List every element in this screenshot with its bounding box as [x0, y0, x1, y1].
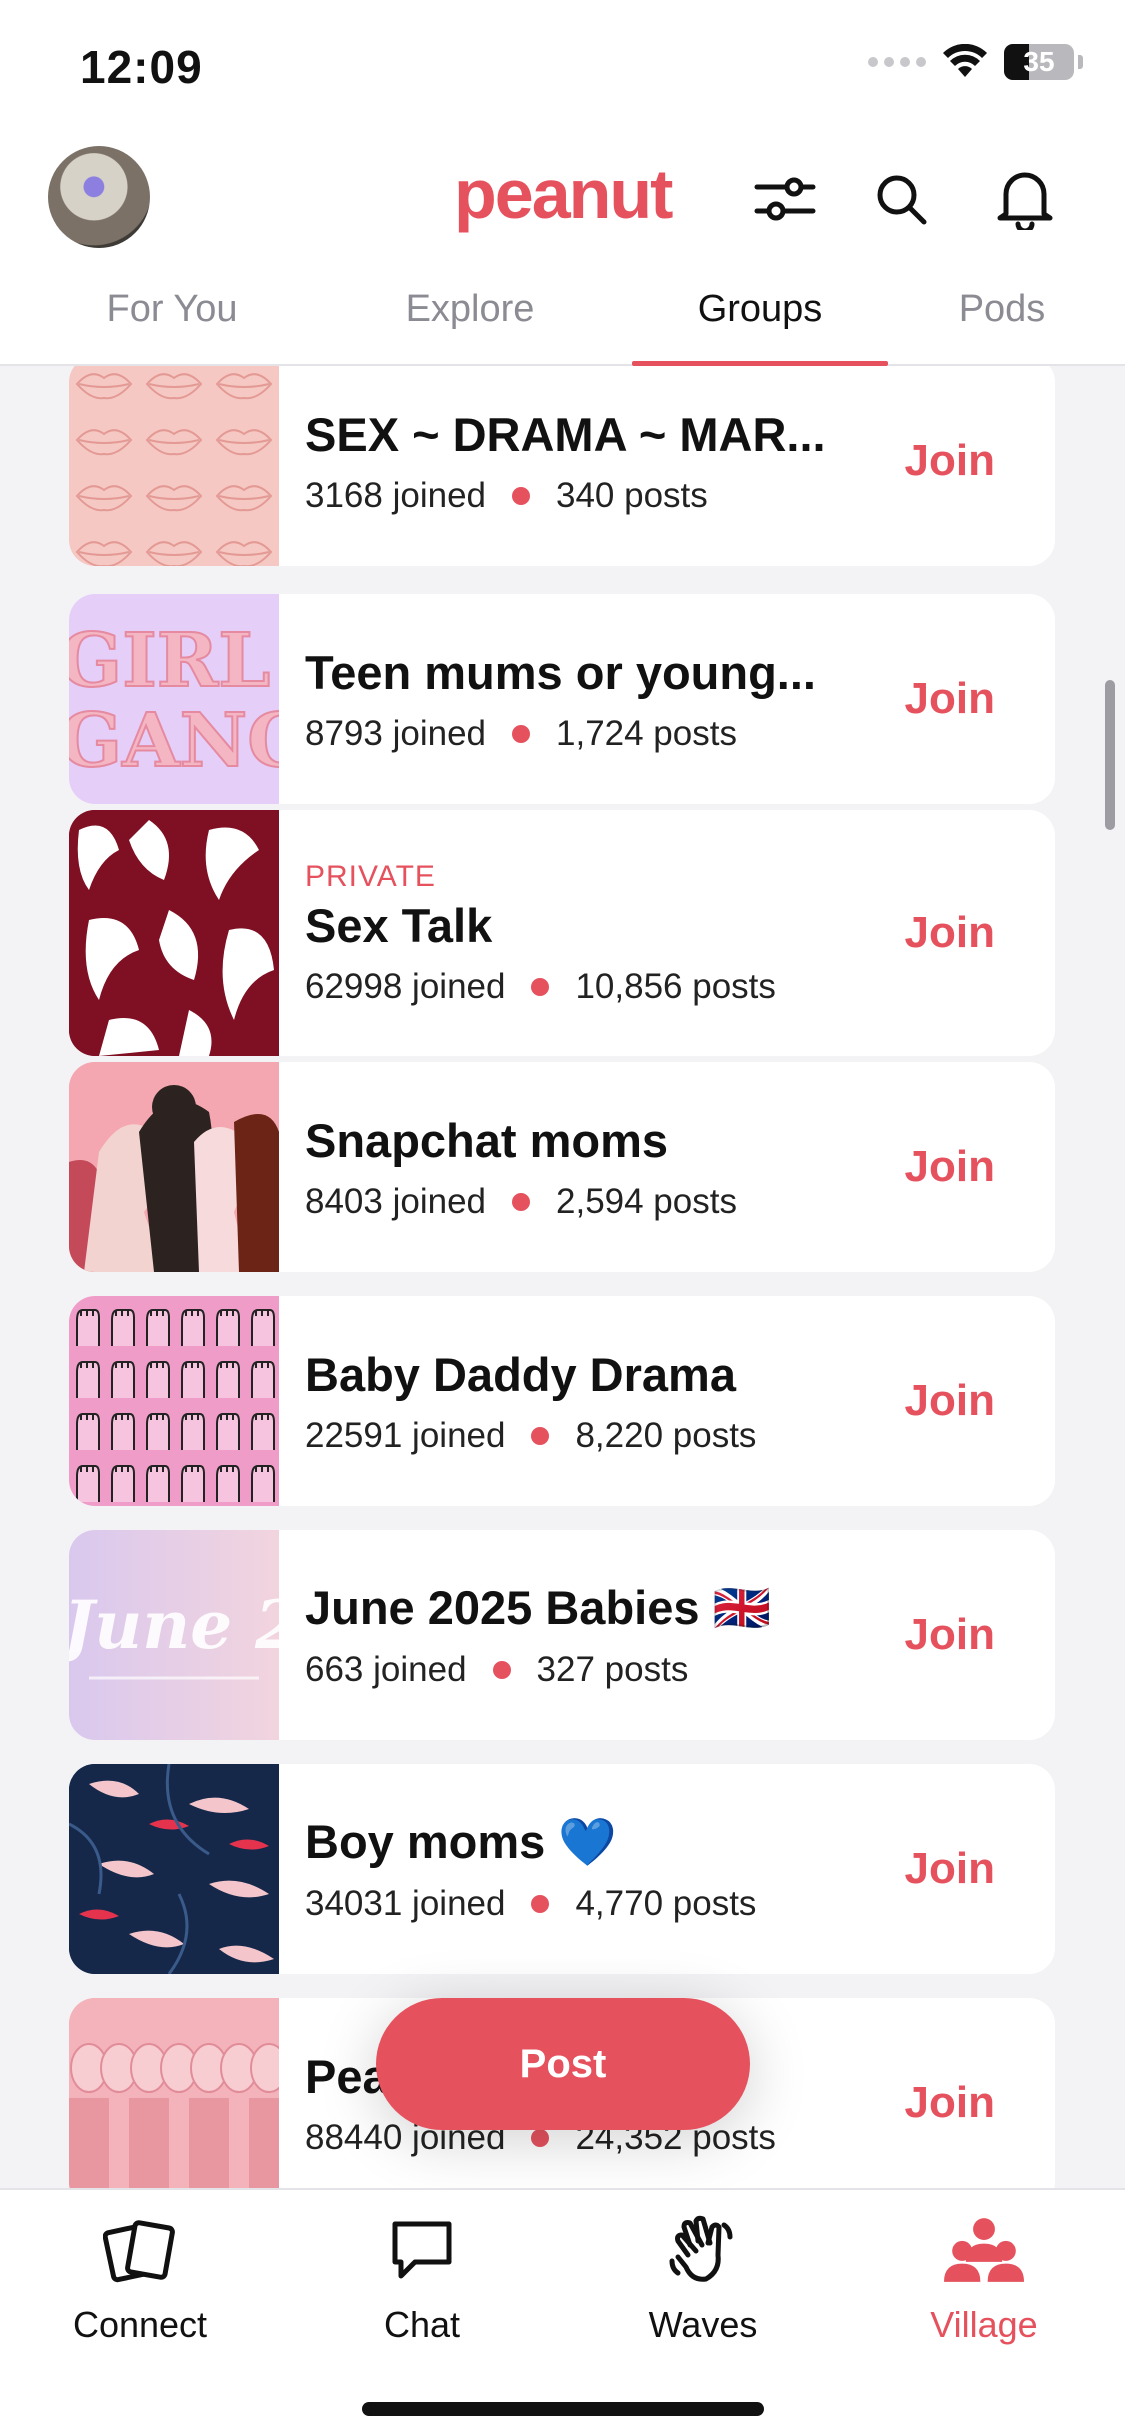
group-joined-count: 22591 joined: [305, 1415, 506, 1455]
separator-dot: [512, 1192, 530, 1211]
group-thumbnail: [69, 810, 279, 1056]
group-post-count: 340 posts: [556, 475, 708, 515]
scrollbar[interactable]: [1105, 680, 1115, 830]
group-title: Teen mums or young...: [305, 645, 816, 699]
group-title: June 2025 Babies 🇬🇧: [305, 1581, 772, 1634]
private-label: PRIVATE: [305, 859, 436, 893]
group-card[interactable]: June 20 June 2025 Babies 🇬🇧 663 joined 3…: [69, 1530, 1055, 1740]
nav-village[interactable]: Village: [864, 2210, 1104, 2346]
status-bar: 12:09 35: [0, 0, 1125, 140]
group-post-count: 1,724 posts: [556, 713, 737, 753]
group-title: Boy moms 💙: [305, 1815, 617, 1868]
nav-label: Waves: [648, 2304, 758, 2345]
join-button[interactable]: Join: [905, 594, 995, 804]
group-joined-count: 3168 joined: [305, 475, 486, 515]
svg-text:June 20: June 20: [69, 1586, 279, 1664]
group-card[interactable]: Boy moms 💙 34031 joined 4,770 posts Join: [69, 1764, 1055, 1974]
cards-icon: [100, 2210, 180, 2290]
separator-dot: [512, 724, 530, 743]
group-post-count: 327 posts: [536, 1650, 689, 1689]
join-button[interactable]: Join: [905, 810, 995, 1056]
bottom-nav: Connect Chat Waves Village: [0, 2188, 1125, 2436]
filter-icon[interactable]: [750, 164, 820, 234]
status-icons: 35: [868, 44, 1083, 80]
group-post-count: 10,856 posts: [575, 966, 776, 1006]
cellular-signal-icon: [868, 57, 926, 67]
status-time: 12:09: [80, 41, 203, 93]
battery-icon: 35: [1004, 44, 1074, 80]
tab-groups[interactable]: Groups: [698, 288, 823, 331]
group-joined-count: 34031 joined: [305, 1884, 506, 1923]
nav-label: Village: [930, 2304, 1038, 2345]
group-thumbnail: June 20: [69, 1530, 279, 1740]
group-card[interactable]: Snapchat moms 8403 joined 2,594 posts Jo…: [69, 1062, 1055, 1272]
group-title: Snapchat moms: [305, 1113, 669, 1167]
group-title: Sex Talk: [305, 898, 493, 952]
group-thumbnail: [69, 366, 279, 566]
group-thumbnail: GIRL GANG: [69, 594, 279, 804]
group-post-count: 8,220 posts: [575, 1415, 757, 1455]
svg-text:GANG: GANG: [69, 698, 279, 784]
group-thumbnail: [69, 1062, 279, 1272]
separator-dot: [531, 977, 550, 996]
group-thumbnail: [69, 1296, 279, 1506]
group-title: Baby Daddy Drama: [305, 1347, 736, 1401]
separator-dot: [512, 486, 530, 505]
nav-chat[interactable]: Chat: [302, 2210, 542, 2346]
join-button[interactable]: Join: [905, 1296, 995, 1506]
join-button[interactable]: Join: [905, 366, 995, 566]
nav-waves[interactable]: Waves: [583, 2210, 823, 2346]
battery-level: 35: [1023, 46, 1055, 77]
join-button[interactable]: Join: [905, 1530, 995, 1740]
search-icon[interactable]: [866, 164, 936, 234]
group-post-count: 4,770 posts: [575, 1884, 757, 1923]
group-thumbnail: [69, 1764, 279, 1974]
group-joined-count: 663 joined: [305, 1650, 467, 1689]
join-button[interactable]: Join: [905, 1062, 995, 1272]
avatar[interactable]: [48, 146, 150, 248]
post-button[interactable]: Post: [376, 1998, 750, 2130]
group-post-count: 2,594 posts: [556, 1181, 737, 1221]
join-button[interactable]: Join: [905, 1998, 995, 2188]
tab-for-you[interactable]: For You: [107, 288, 238, 331]
group-card[interactable]: SEX ~ DRAMA ~ MAR... 3168 joined 340 pos…: [69, 366, 1055, 566]
nav-label: Connect: [72, 2304, 208, 2345]
group-list: SEX ~ DRAMA ~ MAR... 3168 joined 340 pos…: [0, 366, 1125, 2188]
join-button[interactable]: Join: [905, 1764, 995, 1974]
group-card[interactable]: GIRL GANG Teen mums or young... 8793 joi…: [69, 594, 1055, 804]
group-title: SEX ~ DRAMA ~ MAR...: [305, 407, 826, 461]
group-joined-count: 62998 joined: [305, 966, 506, 1006]
tab-explore[interactable]: Explore: [406, 288, 535, 331]
separator-dot: [531, 1895, 550, 1913]
separator-dot: [492, 1661, 511, 1679]
wifi-icon: [943, 44, 987, 77]
group-joined-count: 8403 joined: [305, 1181, 486, 1221]
nav-label: Chat: [383, 2304, 461, 2345]
separator-dot: [531, 2128, 550, 2147]
app-header: peanut: [0, 140, 1125, 280]
wave-hand-icon: [663, 2210, 743, 2290]
bell-icon[interactable]: [990, 164, 1060, 234]
group-thumbnail: [69, 1998, 279, 2188]
home-indicator: [362, 2402, 764, 2416]
group-card[interactable]: PRIVATE Sex Talk 62998 joined 10,856 pos…: [69, 810, 1055, 1056]
tab-pods[interactable]: Pods: [959, 288, 1046, 331]
chat-bubble-icon: [382, 2210, 462, 2290]
app-logo: peanut: [454, 155, 673, 233]
svg-text:GIRL: GIRL: [69, 618, 270, 704]
tab-bar: For You Explore Groups Pods: [0, 280, 1125, 366]
people-group-icon: [944, 2210, 1024, 2290]
group-card[interactable]: Baby Daddy Drama 22591 joined 8,220 post…: [69, 1296, 1055, 1506]
group-joined-count: 8793 joined: [305, 713, 486, 753]
nav-connect[interactable]: Connect: [20, 2210, 260, 2346]
separator-dot: [531, 1426, 550, 1445]
